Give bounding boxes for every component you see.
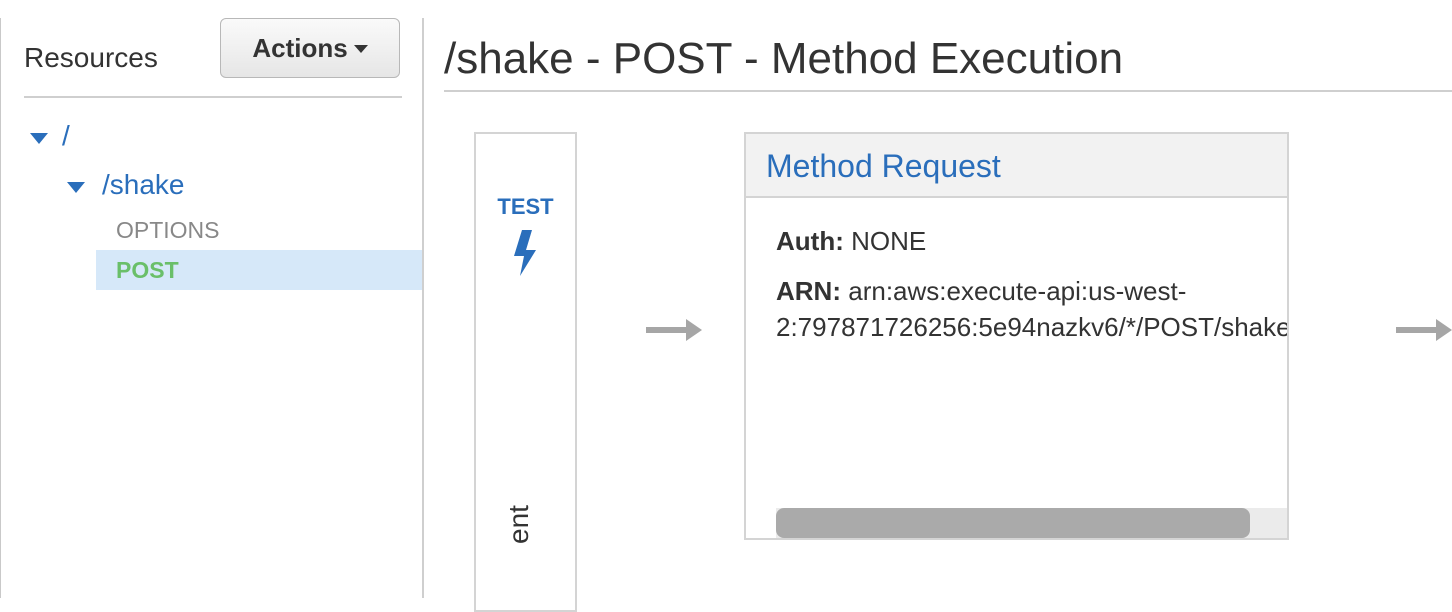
arn-line: ARN: arn:aws:execute-api:us-west- — [776, 276, 1186, 307]
lightning-bolt-icon[interactable] — [512, 230, 540, 278]
arn-value-line1: arn:aws:execute-api:us-west- — [848, 276, 1187, 306]
test-label[interactable]: TEST — [476, 194, 575, 220]
tree-method-post[interactable]: POST — [116, 257, 179, 284]
page-title: /shake - POST - Method Execution — [444, 34, 1124, 83]
left-edge — [0, 18, 1, 598]
method-request-title[interactable]: Method Request — [766, 148, 1001, 185]
right-arrow-icon — [1396, 319, 1452, 341]
tree-method-post-row[interactable]: POST — [96, 250, 422, 290]
method-request-panel[interactable]: Method Request Auth: NONE ARN: arn:aws:e… — [744, 132, 1289, 540]
resources-title: Resources — [24, 42, 158, 73]
tree-node-root-label[interactable]: / — [62, 120, 70, 152]
test-panel[interactable]: TEST ent — [474, 132, 577, 612]
client-label: ent — [503, 505, 534, 544]
panel-divider — [422, 18, 424, 598]
auth-value: NONE — [851, 226, 927, 256]
title-divider — [444, 90, 1452, 92]
caret-down-icon — [353, 45, 368, 53]
auth-line: Auth: NONE — [776, 226, 926, 257]
resources-divider — [24, 96, 402, 98]
method-request-header: Method Request — [746, 134, 1287, 198]
actions-button[interactable]: Actions — [220, 18, 400, 78]
expand-caret-icon[interactable] — [67, 182, 85, 193]
tree-node-shake-label[interactable]: /shake — [102, 169, 185, 201]
arn-key: ARN: — [776, 276, 841, 306]
actions-label: Actions — [252, 32, 348, 63]
arn-value-line2: 2:797871726256:5e94nazkv6/*/POST/shake — [776, 312, 1289, 342]
expand-caret-icon[interactable] — [30, 133, 48, 144]
scrollbar-thumb[interactable] — [776, 508, 1250, 538]
right-arrow-icon — [646, 319, 702, 341]
horizontal-scrollbar[interactable] — [776, 508, 1287, 538]
auth-key: Auth: — [776, 226, 844, 256]
tree-method-options[interactable]: OPTIONS — [116, 217, 220, 244]
